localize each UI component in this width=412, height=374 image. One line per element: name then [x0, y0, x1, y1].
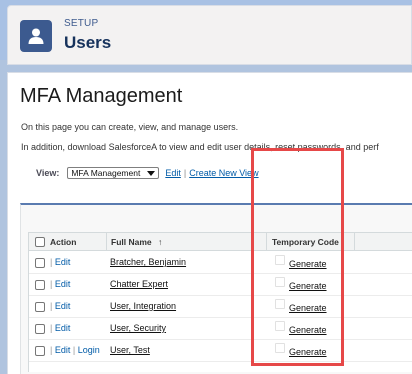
- table-row: | Edit User, Integration Generate: [29, 296, 412, 318]
- edit-link[interactable]: Edit: [55, 345, 71, 355]
- edit-view-link[interactable]: Edit: [165, 168, 181, 178]
- temp-code-placeholder: [275, 321, 285, 331]
- page-title: MFA Management: [20, 85, 183, 107]
- setup-breadcrumb[interactable]: SETUP: [64, 18, 98, 29]
- generate-code-link[interactable]: Generate: [289, 325, 327, 335]
- table-row: | Edit Bratcher, Benjamin Generate: [29, 252, 412, 274]
- user-list-panel: Action Full Name ↑ Temporary Code | Edit…: [20, 203, 412, 374]
- view-select-value: MFA Management: [71, 168, 141, 178]
- column-divider: [354, 233, 355, 251]
- temp-code-placeholder: [275, 299, 285, 309]
- row-actions: | Edit: [50, 323, 71, 333]
- row-checkbox[interactable]: [35, 346, 45, 356]
- page-header-title: Users: [64, 33, 112, 52]
- edit-link[interactable]: Edit: [55, 323, 71, 333]
- row-checkbox[interactable]: [35, 302, 45, 312]
- select-all-checkbox[interactable]: [35, 237, 45, 247]
- header-full-name[interactable]: Full Name ↑: [111, 237, 162, 247]
- row-checkbox[interactable]: [35, 258, 45, 268]
- generate-code-link[interactable]: Generate: [289, 347, 327, 357]
- row-actions: | Edit | Login: [50, 345, 100, 355]
- generate-code-link[interactable]: Generate: [289, 281, 327, 291]
- header-action: Action: [50, 237, 77, 247]
- row-actions: | Edit: [50, 301, 71, 311]
- user-name-link[interactable]: Bratcher, Benjamin: [110, 257, 186, 267]
- chevron-down-icon: [147, 171, 156, 176]
- column-divider: [266, 233, 267, 251]
- view-links-separator: |: [183, 168, 187, 178]
- table-header-row: Action Full Name ↑ Temporary Code: [29, 233, 412, 251]
- row-checkbox[interactable]: [35, 324, 45, 334]
- user-name-link[interactable]: User, Integration: [110, 301, 176, 311]
- user-name-link[interactable]: User, Test: [110, 345, 150, 355]
- sort-ascending-icon: ↑: [158, 237, 163, 247]
- user-name-link[interactable]: User, Security: [110, 323, 166, 333]
- create-new-view-link[interactable]: Create New View: [189, 168, 258, 178]
- page-description: On this page you can create, view, and m…: [21, 122, 239, 132]
- user-name-link[interactable]: Chatter Expert: [110, 279, 168, 289]
- user-icon: [20, 20, 52, 52]
- temp-code-placeholder: [275, 277, 285, 287]
- generate-code-link[interactable]: Generate: [289, 259, 327, 269]
- row-actions: | Edit: [50, 257, 71, 267]
- view-label: View:: [36, 168, 60, 178]
- page-description-salesforcea: In addition, download SalesforceA to vie…: [21, 142, 379, 152]
- temp-code-placeholder: [275, 343, 285, 353]
- edit-link[interactable]: Edit: [55, 301, 71, 311]
- login-link[interactable]: Login: [78, 345, 100, 355]
- table-row: | Edit | Login User, Test Generate: [29, 340, 412, 362]
- user-table: Action Full Name ↑ Temporary Code | Edit…: [28, 232, 412, 372]
- table-row: | Edit User, Security Generate: [29, 318, 412, 340]
- generate-code-link[interactable]: Generate: [289, 303, 327, 313]
- page-header: SETUP Users: [7, 5, 412, 65]
- edit-link[interactable]: Edit: [55, 279, 71, 289]
- edit-link[interactable]: Edit: [55, 257, 71, 267]
- temp-code-placeholder: [275, 255, 285, 265]
- view-selector-row: View: MFA Management Edit | Create New V…: [36, 166, 259, 180]
- main-content-card: MFA Management On this page you can crea…: [7, 72, 412, 374]
- header-full-name-label: Full Name: [111, 237, 152, 247]
- row-checkbox[interactable]: [35, 280, 45, 290]
- row-actions: | Edit: [50, 279, 71, 289]
- header-temporary-code: Temporary Code: [272, 237, 339, 247]
- table-row: | Edit Chatter Expert Generate: [29, 274, 412, 296]
- column-divider: [106, 233, 107, 251]
- view-select[interactable]: MFA Management: [67, 167, 160, 179]
